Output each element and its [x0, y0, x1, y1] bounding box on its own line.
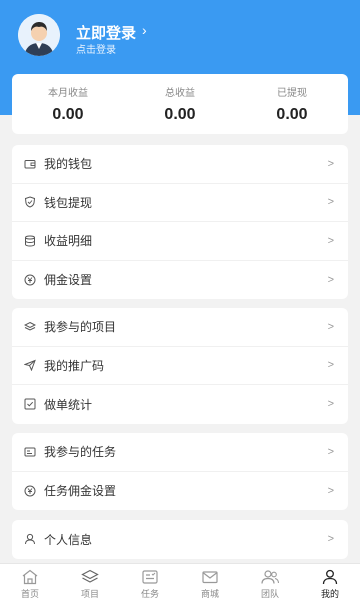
send-icon [24, 359, 36, 372]
tab-team[interactable]: 团队 [240, 564, 300, 600]
menu-item-promo-code[interactable]: 我的推广码 > [12, 347, 348, 385]
currency-icon [24, 485, 36, 497]
stat-label: 已提现 [277, 88, 307, 99]
tab-mall[interactable]: 商城 [180, 564, 240, 600]
menu-group-profile: 个人信息 > [12, 520, 348, 559]
chevron-right-icon: > [327, 359, 334, 372]
chevron-right-icon: > [327, 484, 334, 497]
login-arrow[interactable]: › [142, 22, 147, 38]
chevron-right-icon: > [327, 533, 334, 546]
login-subtitle[interactable]: 点击登录 [76, 41, 116, 56]
tab-label: 团队 [260, 589, 279, 599]
menu-item-earnings-detail[interactable]: 收益明细 > [12, 222, 348, 261]
task-icon [140, 568, 160, 586]
database-icon [24, 235, 36, 247]
chevron-right-icon: > [327, 273, 334, 286]
login-title[interactable]: 立即登录 [76, 22, 136, 43]
menu-item-label: 我参与的项目 [44, 320, 117, 335]
menu-item-label: 个人信息 [44, 532, 93, 547]
shield-icon [24, 196, 36, 208]
menu-item-label: 收益明细 [44, 234, 93, 249]
earnings-summary: 本月收益 0.00 总收益 0.00 已提现 0.00 [12, 74, 348, 134]
tab-label: 任务 [140, 589, 159, 599]
team-icon [260, 568, 280, 586]
menu-group-wallet: 我的钱包 > 钱包提现 > 收益明细 > 佣金设置 > [12, 145, 348, 299]
menu-item-commission-settings[interactable]: 佣金设置 > [12, 261, 348, 300]
menu-item-label: 任务佣金设置 [44, 484, 117, 499]
tab-home[interactable]: 首页 [0, 564, 60, 600]
menu-group-projects: 我参与的项目 > 我的推广码 > 做单统计 > [12, 308, 348, 424]
menu-item-label: 我的钱包 [44, 157, 93, 172]
menu-item-my-tasks[interactable]: 我参与的任务 > [12, 433, 348, 472]
avatar[interactable] [18, 14, 60, 56]
menu-item-label: 做单统计 [44, 397, 93, 412]
wallet-icon [24, 158, 36, 170]
chevron-right-icon: > [327, 398, 334, 411]
home-icon [20, 568, 40, 586]
menu-group-tasks: 我参与的任务 > 任务佣金设置 > [12, 433, 348, 510]
mail-icon [200, 568, 220, 586]
menu-item-wallet-withdraw[interactable]: 钱包提现 > [12, 184, 348, 222]
layers-icon [24, 321, 36, 333]
currency-icon [24, 274, 36, 286]
stat-value: 0.00 [164, 106, 196, 123]
stat-value: 0.00 [52, 106, 84, 123]
stat-total-earnings: 总收益 0.00 [124, 74, 236, 134]
stat-value: 0.00 [276, 106, 308, 123]
menu-item-task-commission-settings[interactable]: 任务佣金设置 > [12, 472, 348, 511]
check-square-icon [24, 398, 36, 410]
chevron-right-icon: > [327, 234, 334, 247]
tab-label: 项目 [80, 589, 99, 599]
tab-tasks[interactable]: 任务 [120, 564, 180, 600]
stat-withdrawn: 已提现 0.00 [236, 74, 348, 134]
chevron-right-icon: > [327, 196, 334, 209]
user-icon [320, 568, 340, 586]
menu-item-my-projects[interactable]: 我参与的项目 > [12, 308, 348, 347]
chevron-right-icon: > [327, 445, 334, 458]
menu-item-order-stats[interactable]: 做单统计 > [12, 385, 348, 424]
menu-item-label: 钱包提现 [44, 195, 93, 210]
layers-icon [80, 568, 100, 586]
task-card-icon [24, 446, 36, 458]
chevron-right-icon: > [327, 320, 334, 333]
menu-item-label: 我的推广码 [44, 358, 105, 373]
stat-month-earnings: 本月收益 0.00 [12, 74, 124, 134]
menu-item-label: 佣金设置 [44, 273, 93, 288]
bottom-tab-bar: 首页 项目 任务 商城 团队 我的 [0, 563, 360, 600]
tab-label: 首页 [20, 589, 39, 599]
menu-item-label: 我参与的任务 [44, 445, 117, 460]
chevron-right-icon: > [327, 157, 334, 170]
tab-label: 我的 [320, 589, 339, 599]
menu-item-my-wallet[interactable]: 我的钱包 > [12, 145, 348, 184]
menu-item-personal-info[interactable]: 个人信息 > [12, 520, 348, 559]
tab-mine[interactable]: 我的 [300, 564, 360, 600]
tab-label: 商城 [200, 589, 219, 599]
user-icon [24, 533, 36, 545]
stat-label: 总收益 [165, 88, 195, 99]
tab-projects[interactable]: 项目 [60, 564, 120, 600]
stat-label: 本月收益 [48, 88, 88, 99]
